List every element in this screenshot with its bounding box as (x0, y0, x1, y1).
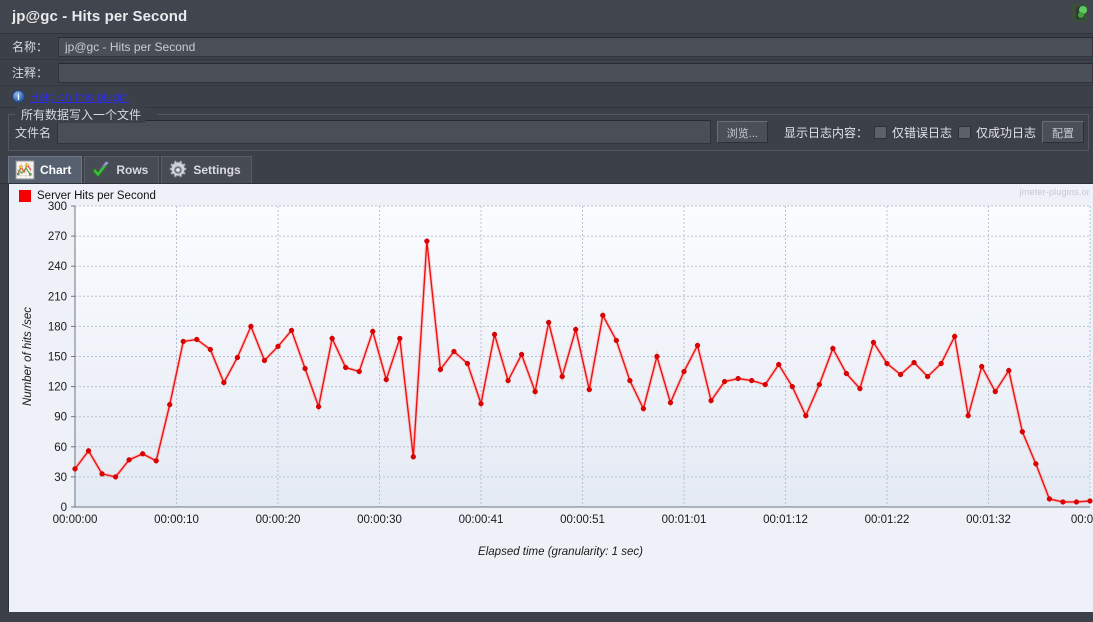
checkmark-icon (91, 160, 111, 180)
svg-text:00:01:01: 00:01:01 (662, 514, 707, 526)
errors-only-checkbox[interactable] (873, 125, 887, 139)
tab-chart-label: Chart (40, 163, 72, 177)
browse-button[interactable]: 浏览... (716, 121, 768, 143)
svg-text:00:01:32: 00:01:32 (966, 514, 1011, 526)
svg-text:270: 270 (48, 231, 67, 243)
chart-panel: Server Hits per Second jmeter-plugins.or… (8, 184, 1093, 612)
svg-text:Elapsed time (granularity: 1 s: Elapsed time (granularity: 1 sec) (478, 546, 643, 558)
filename-label: 文件名 (15, 125, 52, 140)
svg-text:60: 60 (54, 442, 67, 454)
svg-text:240: 240 (48, 261, 67, 273)
window-titlebar: jp@gc - Hits per Second (0, 0, 1093, 34)
tab-rows-label: Rows (116, 163, 149, 177)
tab-settings-label: Settings (193, 163, 241, 177)
name-input[interactable] (58, 36, 1093, 57)
svg-text:00:00:00: 00:00:00 (53, 514, 98, 526)
comment-input[interactable] (58, 62, 1093, 83)
gear-icon (168, 160, 188, 180)
svg-text:210: 210 (48, 291, 67, 303)
name-row: 名称： (0, 34, 1093, 60)
write-all-data-group-title: 所有数据写入一个文件 (17, 106, 146, 123)
write-all-data-group: 所有数据写入一个文件 文件名 浏览... 显示日志内容： 仅错误日志 仅成功日志… (8, 106, 1089, 151)
comment-label: 注释： (12, 66, 49, 80)
svg-text:Number of hits /sec: Number of hits /sec (22, 307, 34, 406)
log-content-label: 显示日志内容： (783, 125, 868, 140)
svg-text:00:01:12: 00:01:12 (763, 514, 808, 526)
svg-text:90: 90 (54, 412, 67, 424)
legend-label: Server Hits per Second (37, 190, 156, 202)
tab-settings[interactable]: Settings (161, 156, 252, 183)
comment-row: 注释： (0, 60, 1093, 86)
tabbar: Chart Rows Settings (0, 151, 1093, 184)
svg-text:00:01:22: 00:01:22 (865, 514, 910, 526)
success-only-checkbox[interactable] (957, 125, 971, 139)
info-icon: i (12, 90, 25, 103)
page-title: jp@gc - Hits per Second (12, 8, 188, 25)
svg-text:00:00:51: 00:00:51 (560, 514, 605, 526)
chart-legend: Server Hits per Second (19, 190, 156, 202)
plugin-window: jp@gc - Hits per Second 名称： 注释： i Help o… (0, 0, 1093, 622)
errors-only-label: 仅错误日志 (891, 125, 952, 140)
legend-color-swatch (19, 190, 31, 202)
help-row: i Help on this plugin (0, 86, 1093, 108)
success-only-label: 仅成功日志 (975, 125, 1036, 140)
chart-icon (15, 160, 35, 180)
svg-text:00:00:41: 00:00:41 (459, 514, 504, 526)
svg-text:150: 150 (48, 352, 67, 364)
svg-text:00:00:10: 00:00:10 (154, 514, 199, 526)
svg-text:120: 120 (48, 382, 67, 394)
svg-text:300: 300 (48, 201, 67, 213)
name-label: 名称： (12, 40, 49, 54)
file-row: 文件名 浏览... 显示日志内容： 仅错误日志 仅成功日志 配置 (15, 120, 1084, 144)
tab-rows[interactable]: Rows (84, 156, 160, 183)
svg-text:00:00:20: 00:00:20 (256, 514, 301, 526)
help-link[interactable]: Help on this plugin (30, 90, 129, 104)
svg-text:00:01:4: 00:01:4 (1071, 514, 1093, 526)
filename-input[interactable] (57, 120, 711, 144)
svg-text:180: 180 (48, 321, 67, 333)
success-only-checkbox-wrap[interactable]: 仅成功日志 (957, 124, 1036, 141)
svg-text:00:00:30: 00:00:30 (357, 514, 402, 526)
hits-per-second-line-chart: 0 30 60 90 120 150 180 210 240 270 300 00:00:00 00:0… (9, 184, 1093, 563)
jmeter-plugins-icon[interactable] (1069, 2, 1091, 24)
configure-button[interactable]: 配置 (1042, 121, 1084, 143)
bottom-strip (0, 612, 1093, 622)
errors-only-checkbox-wrap[interactable]: 仅错误日志 (873, 124, 952, 141)
tab-chart[interactable]: Chart (8, 156, 83, 183)
svg-text:30: 30 (54, 472, 67, 484)
watermark: jmeter-plugins.or (1019, 187, 1090, 197)
svg-text:0: 0 (61, 502, 67, 514)
